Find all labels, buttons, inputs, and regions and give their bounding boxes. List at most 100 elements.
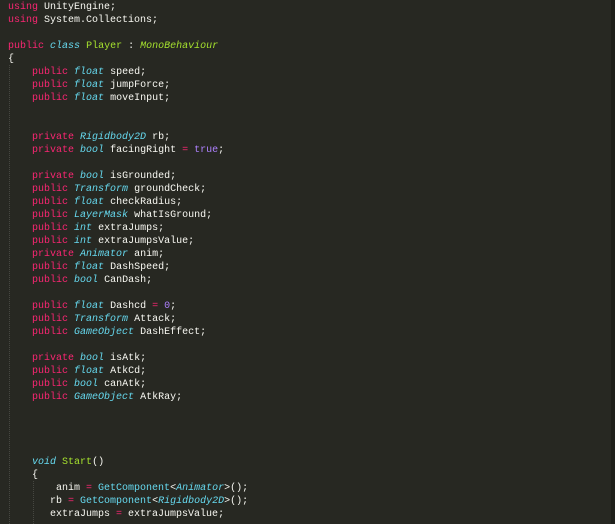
keyword-token: public [32,80,69,91]
code-line[interactable]: public int extraJumps; [8,222,248,235]
type-token: void [32,457,57,468]
code-line[interactable]: { [8,469,248,482]
code-line[interactable]: void Start() [8,456,248,469]
keyword-token: private [32,145,75,156]
code-line[interactable]: private bool isAtk; [8,352,248,365]
code-text[interactable]: using UnityEngine; using System.Collectio… [8,1,248,521]
code-line[interactable]: public bool canAtk; [8,378,248,391]
code-line[interactable]: public GameObject AtkRay; [8,391,248,404]
code-line[interactable] [8,404,248,417]
code-line[interactable] [8,157,248,170]
code-line[interactable]: rb = GetComponent<Rigidbody2D>(); [8,495,248,508]
type-token: float [74,67,105,78]
type-token: bool [80,145,105,156]
vertical-scrollbar[interactable] [611,0,615,524]
code-line[interactable] [8,27,248,40]
code-line[interactable]: private Animator anim; [8,248,248,261]
code-line[interactable]: private bool facingRight = true; [8,144,248,157]
code-line[interactable] [8,287,248,300]
code-line[interactable]: { [8,53,248,66]
type-token: bool [80,171,105,182]
code-line[interactable]: private Rigidbody2D rb; [8,131,248,144]
code-line[interactable] [8,417,248,430]
code-line[interactable] [8,105,248,118]
type-token: float [74,301,105,312]
code-line[interactable]: using System.Collections; [8,14,248,27]
plain-token: anim; [128,249,165,260]
type-token: float [74,80,105,91]
keyword-token: public [32,67,69,78]
keyword-token: private [32,171,75,182]
plain-token: UnityEngine; [38,2,117,13]
plain-token: >(); [224,496,249,507]
plain-token: ; [218,145,225,156]
code-line[interactable] [8,339,248,352]
plain-token: whatIsGround; [128,210,213,221]
keyword-token: private [32,353,75,364]
code-line[interactable]: public int extraJumpsValue; [8,235,248,248]
code-line[interactable]: private bool isGrounded; [8,170,248,183]
code-line[interactable]: public float DashSpeed; [8,261,248,274]
keyword-token: public [32,197,69,208]
code-line[interactable]: public class Player : MonoBehaviour [8,40,248,53]
plain-token: checkRadius; [104,197,183,208]
keyword-token: using [8,15,39,26]
type-token: bool [74,275,99,286]
class-name-token: Start [62,457,93,468]
type-token: int [74,236,93,247]
type-token: float [74,197,105,208]
code-line[interactable]: public bool CanDash; [8,274,248,287]
plain-token: jumpForce; [104,80,171,91]
keyword-token: public [32,184,69,195]
plain-token: moveInput; [104,93,171,104]
code-line[interactable]: anim = GetComponent<Animator>(); [8,482,248,495]
code-line[interactable]: extraJumps = extraJumpsValue; [8,508,248,521]
code-line[interactable]: public float AtkCd; [8,365,248,378]
code-line[interactable]: public LayerMask whatIsGround; [8,209,248,222]
type-token: float [74,93,105,104]
plain-token: anim [8,483,87,494]
code-line[interactable] [8,443,248,456]
plain-token: Dashcd [104,301,153,312]
plain-token: { [8,470,39,481]
keyword-token: public [8,41,45,52]
plain-token: CanDash; [98,275,153,286]
code-line[interactable]: public Transform groundCheck; [8,183,248,196]
plain-token: extraJumpsValue; [92,236,195,247]
code-line[interactable] [8,430,248,443]
plain-token: rb; [146,132,171,143]
code-line[interactable]: public GameObject DashEffect; [8,326,248,339]
type-token: int [74,223,93,234]
code-line[interactable]: public float jumpForce; [8,79,248,92]
type-token: float [74,262,105,273]
type-token: Transform [74,184,129,195]
code-line[interactable]: using UnityEngine; [8,1,248,14]
function-token: GetComponent [80,496,153,507]
plain-token: AtkCd; [104,366,147,377]
code-line[interactable]: public float Dashcd = 0; [8,300,248,313]
type-token: float [74,366,105,377]
code-line[interactable]: public float speed; [8,66,248,79]
type-token: class [50,41,81,52]
keyword-token: public [32,210,69,221]
class-name-token: Player [86,41,123,52]
code-line[interactable]: public Transform Attack; [8,313,248,326]
keyword-token: public [32,327,69,338]
keyword-token: public [32,392,69,403]
plain-token: extraJumpsValue; [122,509,225,520]
plain-token: >(); [224,483,249,494]
code-editor[interactable]: using UnityEngine; using System.Collectio… [0,0,611,524]
code-line[interactable]: public float moveInput; [8,92,248,105]
plain-token: speed; [104,67,147,78]
code-line[interactable] [8,118,248,131]
code-line[interactable]: public float checkRadius; [8,196,248,209]
